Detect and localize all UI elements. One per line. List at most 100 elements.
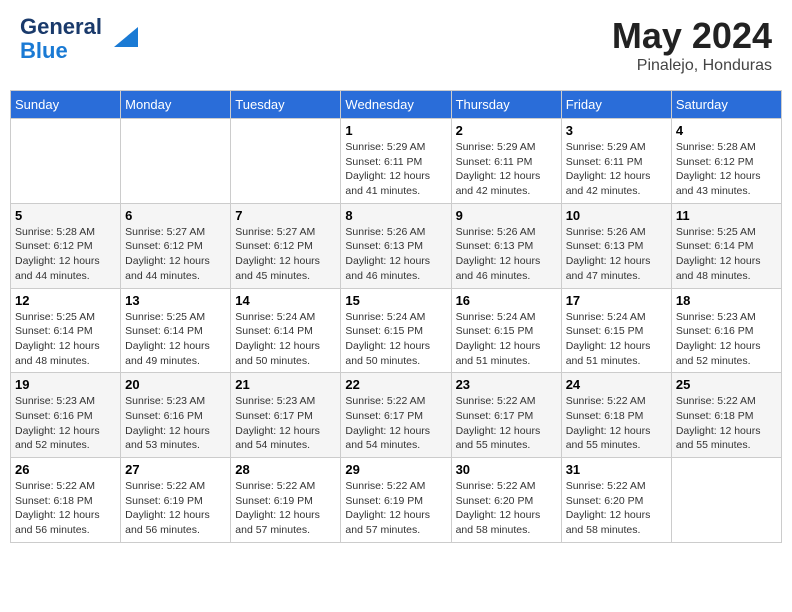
day-info: Sunrise: 5:23 AMSunset: 6:17 PMDaylight:… <box>235 394 336 453</box>
daylight-text: Daylight: 12 hours and 42 minutes. <box>566 170 651 197</box>
daylight-text: Daylight: 12 hours and 53 minutes. <box>125 425 210 452</box>
calendar-cell: 11 Sunrise: 5:25 AMSunset: 6:14 PMDayligh… <box>671 203 781 288</box>
calendar-cell: 18Sunrise: 5:23 AMSunset: 6:16 PMDayligh… <box>671 288 781 373</box>
logo: General Blue <box>20 15 138 63</box>
daylight-text: Daylight: 12 hours and 52 minutes. <box>676 340 761 367</box>
sunrise-text: Sunrise: 5:23 AM <box>235 395 315 407</box>
sunrise-text: Sunrise: 5:22 AM <box>345 395 425 407</box>
day-info: Sunrise: 5:24 AMSunset: 6:15 PMDaylight:… <box>456 310 557 369</box>
day-number: 20 <box>125 377 226 392</box>
day-number: 6 <box>125 208 226 223</box>
day-info: Sunrise: 5:27 AMSunset: 6:12 PMDaylight:… <box>235 225 336 284</box>
calendar-cell: 27Sunrise: 5:22 AMSunset: 6:19 PMDayligh… <box>121 458 231 543</box>
day-number: 10 <box>566 208 667 223</box>
day-info: Sunrise: 5:22 AMSunset: 6:19 PMDaylight:… <box>345 479 446 538</box>
day-number: 24 <box>566 377 667 392</box>
sunset-text: Sunset: 6:11 PM <box>456 156 533 168</box>
calendar-week-row: 5Sunrise: 5:28 AMSunset: 6:12 PMDaylight… <box>11 203 782 288</box>
day-number: 23 <box>456 377 557 392</box>
sunset-text: Sunset: 6:17 PM <box>345 410 423 422</box>
calendar-cell: 16Sunrise: 5:24 AMSunset: 6:15 PMDayligh… <box>451 288 561 373</box>
calendar-cell: 10Sunrise: 5:26 AMSunset: 6:13 PMDayligh… <box>561 203 671 288</box>
sunset-text: Sunset: 6:19 PM <box>345 495 423 507</box>
daylight-text: Daylight: 12 hours and 55 minutes. <box>566 425 651 452</box>
day-number: 8 <box>345 208 446 223</box>
calendar-header-row: Sunday Monday Tuesday Wednesday Thursday… <box>11 91 782 119</box>
sunset-text: Sunset: 6:13 PM <box>566 240 644 252</box>
day-info: Sunrise: 5:29 AMSunset: 6:11 PMDaylight:… <box>345 140 446 199</box>
sunrise-text: Sunrise: 5:23 AM <box>15 395 95 407</box>
calendar-cell: 13Sunrise: 5:25 AMSunset: 6:14 PMDayligh… <box>121 288 231 373</box>
day-info: Sunrise: 5:22 AMSunset: 6:18 PMDaylight:… <box>676 394 777 453</box>
sunrise-text: Sunrise: 5:22 AM <box>676 395 756 407</box>
day-number: 19 <box>15 377 116 392</box>
daylight-text: Daylight: 12 hours and 55 minutes. <box>456 425 541 452</box>
day-info: Sunrise: 5:22 AMSunset: 6:20 PMDaylight:… <box>566 479 667 538</box>
sunrise-text: Sunrise: 5:25 AM <box>125 311 205 323</box>
day-info: Sunrise: 5:25 AMSunset: 6:14 PMDaylight:… <box>15 310 116 369</box>
day-number: 11 <box>676 208 777 223</box>
day-info: Sunrise: 5:26 AMSunset: 6:13 PMDaylight:… <box>566 225 667 284</box>
daylight-text: Daylight: 12 hours and 49 minutes. <box>125 340 210 367</box>
day-number: 5 <box>15 208 116 223</box>
day-number: 22 <box>345 377 446 392</box>
day-number: 2 <box>456 123 557 138</box>
calendar-cell <box>121 119 231 204</box>
day-info: Sunrise: 5:29 AMSunset: 6:11 PMDaylight:… <box>566 140 667 199</box>
daylight-text: Daylight: 12 hours and 50 minutes. <box>235 340 320 367</box>
calendar-table: Sunday Monday Tuesday Wednesday Thursday… <box>10 90 782 543</box>
calendar-cell: 29 Sunrise: 5:22 AMSunset: 6:19 PMDayligh… <box>341 458 451 543</box>
day-info: Sunrise: 5:26 AMSunset: 6:13 PMDaylight:… <box>456 225 557 284</box>
sunrise-text: Sunrise: 5:24 AM <box>456 311 536 323</box>
day-info: Sunrise: 5:27 AMSunset: 6:12 PMDaylight:… <box>125 225 226 284</box>
daylight-text: Daylight: 12 hours and 51 minutes. <box>456 340 541 367</box>
day-number: 1 <box>345 123 446 138</box>
day-info: Sunrise: 5:26 AMSunset: 6:13 PMDaylight:… <box>345 225 446 284</box>
sunset-text: Sunset: 6:14 PM <box>235 325 313 337</box>
header-saturday: Saturday <box>671 91 781 119</box>
daylight-text: Daylight: 12 hours and 58 minutes. <box>566 509 651 536</box>
day-info: Sunrise: 5:22 AMSunset: 6:19 PMDaylight:… <box>235 479 336 538</box>
sunrise-text: Sunrise: 5:22 AM <box>566 395 646 407</box>
daylight-text: Daylight: 12 hours and 48 minutes. <box>15 340 100 367</box>
header-friday: Friday <box>561 91 671 119</box>
calendar-cell: 28Sunrise: 5:22 AMSunset: 6:19 PMDayligh… <box>231 458 341 543</box>
calendar-cell: 4Sunrise: 5:28 AMSunset: 6:12 PMDaylight… <box>671 119 781 204</box>
day-info: Sunrise: 5:22 AMSunset: 6:20 PMDaylight:… <box>456 479 557 538</box>
calendar-cell: 6 Sunrise: 5:27 AMSunset: 6:12 PMDaylight… <box>121 203 231 288</box>
header-tuesday: Tuesday <box>231 91 341 119</box>
daylight-text: Daylight: 12 hours and 54 minutes. <box>345 425 430 452</box>
sunset-text: Sunset: 6:11 PM <box>566 156 643 168</box>
day-number: 31 <box>566 462 667 477</box>
day-number: 15 <box>345 293 446 308</box>
calendar-cell: 31 Sunrise: 5:22 AMSunset: 6:20 PMDayligh… <box>561 458 671 543</box>
daylight-text: Daylight: 12 hours and 44 minutes. <box>125 255 210 282</box>
sunset-text: Sunset: 6:18 PM <box>676 410 754 422</box>
sunset-text: Sunset: 6:19 PM <box>235 495 313 507</box>
day-number: 29 <box>345 462 446 477</box>
daylight-text: Daylight: 12 hours and 56 minutes. <box>125 509 210 536</box>
day-number: 25 <box>676 377 777 392</box>
day-info: Sunrise: 5:24 AMSunset: 6:14 PMDaylight:… <box>235 310 336 369</box>
daylight-text: Daylight: 12 hours and 46 minutes. <box>456 255 541 282</box>
sunrise-text: Sunrise: 5:26 AM <box>456 226 536 238</box>
header-monday: Monday <box>121 91 231 119</box>
calendar-cell: 1 Sunrise: 5:29 AMSunset: 6:11 PMDaylight… <box>341 119 451 204</box>
title-section: May 2024 Pinalejo, Honduras <box>612 15 772 75</box>
month-year-title: May 2024 <box>612 15 772 57</box>
daylight-text: Daylight: 12 hours and 50 minutes. <box>345 340 430 367</box>
daylight-text: Daylight: 12 hours and 43 minutes. <box>676 170 761 197</box>
sunrise-text: Sunrise: 5:27 AM <box>235 226 315 238</box>
day-info: Sunrise: 5:22 AMSunset: 6:18 PMDaylight:… <box>566 394 667 453</box>
daylight-text: Daylight: 12 hours and 41 minutes. <box>345 170 430 197</box>
calendar-week-row: 1 Sunrise: 5:29 AMSunset: 6:11 PMDaylight… <box>11 119 782 204</box>
daylight-text: Daylight: 12 hours and 48 minutes. <box>676 255 761 282</box>
day-number: 14 <box>235 293 336 308</box>
calendar-cell: 24 Sunrise: 5:22 AMSunset: 6:18 PMDayligh… <box>561 373 671 458</box>
sunrise-text: Sunrise: 5:22 AM <box>456 395 536 407</box>
day-info: Sunrise: 5:25 AMSunset: 6:14 PMDaylight:… <box>676 225 777 284</box>
day-number: 21 <box>235 377 336 392</box>
sunrise-text: Sunrise: 5:24 AM <box>566 311 646 323</box>
page-header: General Blue May 2024 Pinalejo, Honduras <box>10 10 782 80</box>
sunrise-text: Sunrise: 5:26 AM <box>566 226 646 238</box>
